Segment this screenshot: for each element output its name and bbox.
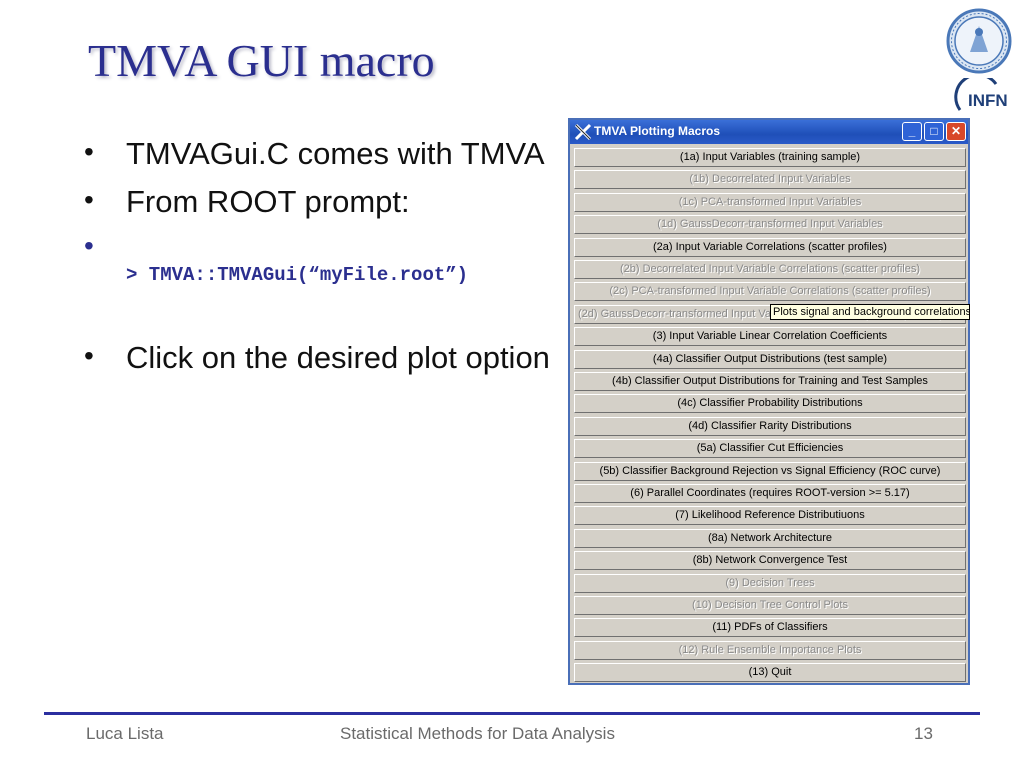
macro-button-4b[interactable]: (4b) Classifier Output Distributions for… bbox=[574, 372, 966, 391]
bullet-mark: • bbox=[84, 184, 94, 215]
macro-button-12[interactable]: (12) Rule Ensemble Importance Plots bbox=[574, 640, 966, 660]
macro-button-1c[interactable]: (1c) PCA-transformed Input Variables bbox=[574, 192, 966, 212]
macro-button-4a[interactable]: (4a) Classifier Output Distributions (te… bbox=[574, 349, 966, 369]
infn-logo: INFN bbox=[946, 73, 1016, 114]
macro-button-4d[interactable]: (4d) Classifier Rarity Distributions bbox=[574, 416, 966, 436]
macro-button-4c[interactable]: (4c) Classifier Probability Distribution… bbox=[574, 394, 966, 414]
macro-button-11[interactable]: (11) PDFs of Classifiers bbox=[574, 618, 966, 638]
macro-button-2a[interactable]: (2a) Input Variable Correlations (scatte… bbox=[574, 237, 966, 257]
minimize-button[interactable]: _ bbox=[902, 122, 922, 141]
macro-button-7[interactable]: (7) Likelihood Reference Distributiuons bbox=[574, 506, 966, 526]
footer-course-title: Statistical Methods for Data Analysis bbox=[340, 724, 615, 743]
macro-button-8a[interactable]: (8a) Network Architecture bbox=[574, 528, 966, 548]
maximize-button[interactable]: □ bbox=[924, 122, 944, 141]
macro-button-8b[interactable]: (8b) Network Convergence Test bbox=[574, 551, 966, 571]
macro-button-10[interactable]: (10) Decision Tree Control Plots bbox=[574, 596, 966, 615]
footer-divider bbox=[44, 712, 980, 715]
macro-button-1a[interactable]: (1a) Input Variables (training sample) bbox=[574, 148, 966, 167]
macro-button-3[interactable]: (3) Input Variable Linear Correlation Co… bbox=[574, 327, 966, 347]
macro-button-9[interactable]: (9) Decision Trees bbox=[574, 573, 966, 593]
macro-button-5a[interactable]: (5a) Classifier Cut Efficiencies bbox=[574, 439, 966, 459]
bullet-mark: • bbox=[84, 340, 94, 371]
root-command: > TMVA::TMVAGui(“myFile.root”) bbox=[126, 264, 469, 286]
macro-button-5b[interactable]: (5b) Classifier Background Rejection vs … bbox=[574, 461, 966, 481]
macro-button-6[interactable]: (6) Parallel Coordinates (requires ROOT-… bbox=[574, 484, 966, 503]
macro-button-1d[interactable]: (1d) GaussDecorr-transformed Input Varia… bbox=[574, 215, 966, 235]
bullet-text: TMVAGui.C comes with TMVA bbox=[126, 136, 545, 171]
tooltip: Plots signal and background correlations bbox=[770, 304, 970, 320]
macro-button-2c[interactable]: (2c) PCA-transformed Input Variable Corr… bbox=[574, 282, 966, 302]
bullet-text: Click on the desired plot option bbox=[126, 340, 550, 375]
tmva-plotting-window: TMVA Plotting Macros _ □ ✕ (1a) Input Va… bbox=[568, 118, 970, 685]
bullet-text: From ROOT prompt: bbox=[126, 184, 410, 219]
footer-author: Luca Lista bbox=[86, 724, 164, 743]
slide-title: TMVA GUI macro bbox=[88, 35, 435, 86]
x-window-icon bbox=[574, 123, 592, 141]
university-seal-logo bbox=[946, 8, 1012, 74]
macro-button-1b[interactable]: (1b) Decorrelated Input Variables bbox=[574, 170, 966, 190]
window-titlebar[interactable]: TMVA Plotting Macros _ □ ✕ bbox=[570, 120, 968, 144]
infn-logo-arc: INFN bbox=[954, 73, 1008, 111]
macro-button-2b[interactable]: (2b) Decorrelated Input Variable Correla… bbox=[574, 260, 966, 279]
bullet-mark: • bbox=[84, 230, 94, 261]
page-number: 13 bbox=[914, 724, 933, 743]
quit-button[interactable]: (13) Quit bbox=[574, 663, 966, 683]
window-title: TMVA Plotting Macros bbox=[594, 124, 720, 138]
close-button[interactable]: ✕ bbox=[946, 122, 966, 141]
infn-logo-text: INFN bbox=[968, 91, 1008, 110]
bullet-mark: • bbox=[84, 136, 94, 167]
